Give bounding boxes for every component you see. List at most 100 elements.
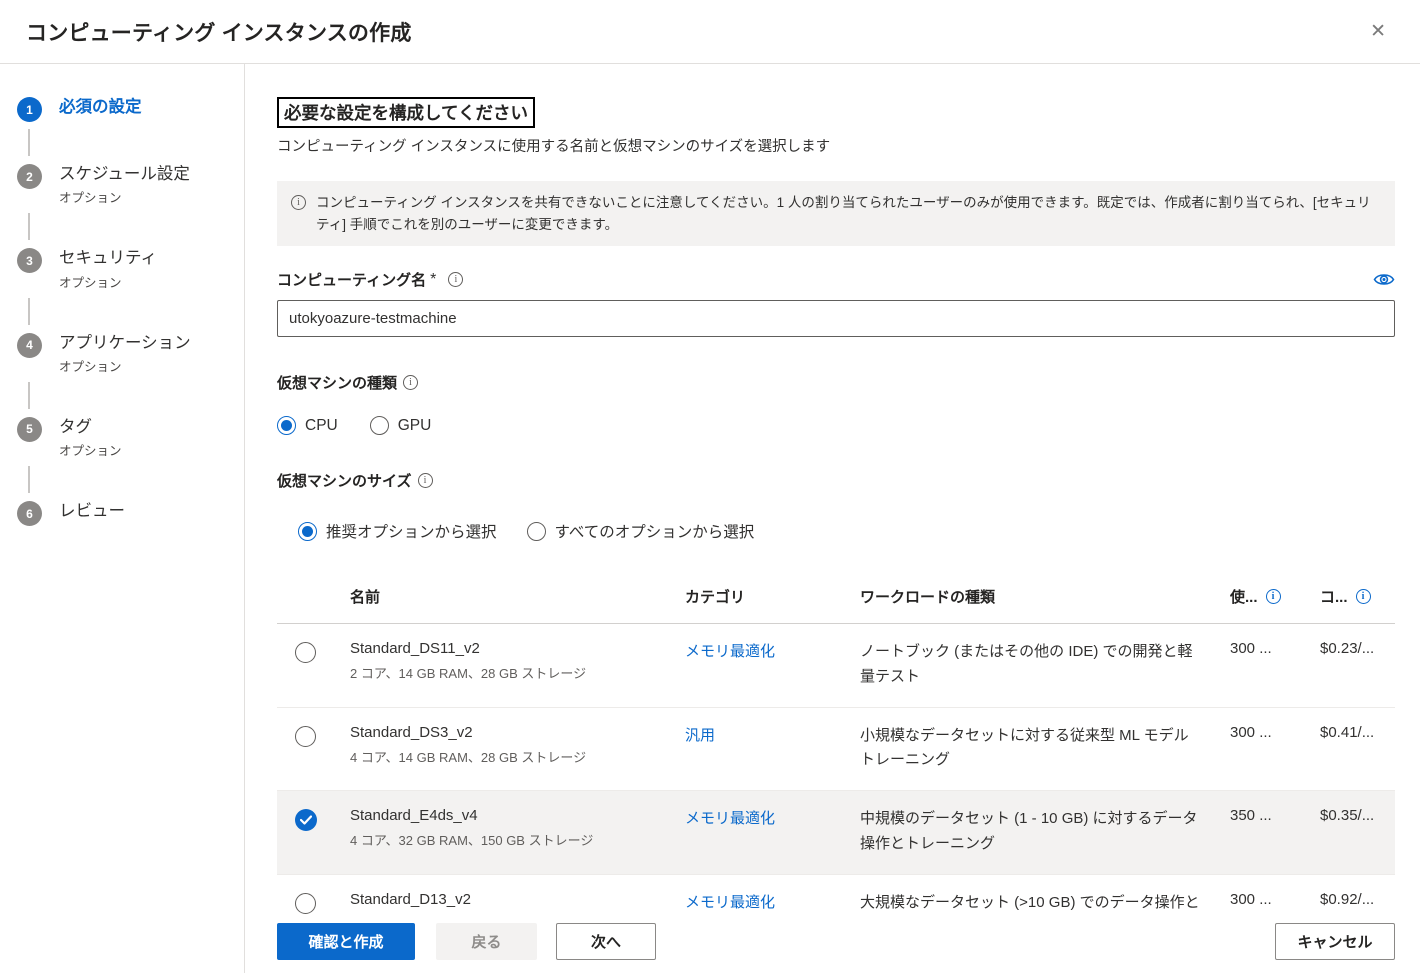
vm-workload: 大規模なデータセット (>10 GB) でのデータ操作とトレーニング [860, 891, 1230, 918]
quota-info-icon[interactable]: i [1266, 589, 1281, 604]
vm-size-info-icon[interactable]: i [418, 473, 433, 488]
sidebar-step-required-settings[interactable]: 1 必須の設定 [17, 96, 244, 122]
vm-name: Standard_DS11_v2 [350, 640, 685, 657]
vm-row-standard-ds11-v2[interactable]: Standard_DS11_v2 2 コア、14 GB RAM、28 GB スト… [277, 624, 1395, 708]
vm-specs: 2 コア、14 GB RAM、28 GB ストレージ [350, 663, 685, 682]
table-header-row: 名前 カテゴリ ワークロードの種類 使... i コ... i [277, 572, 1395, 624]
vm-workload: 中規模のデータセット (1 - 10 GB) に対するデータ操作とトレーニング [860, 807, 1230, 857]
close-icon[interactable]: ✕ [1362, 18, 1394, 45]
radio-circle [370, 416, 389, 435]
vm-category-link[interactable]: メモリ最適化 [685, 807, 860, 828]
sidebar-step-review[interactable]: 6 レビュー [17, 500, 244, 526]
radio-recommended-options[interactable]: 推奨オプションから選択 [298, 520, 497, 542]
radio-circle [527, 522, 546, 541]
vm-size-table: 名前 カテゴリ ワークロードの種類 使... i コ... i [277, 572, 1395, 918]
column-header-workload: ワークロードの種類 [860, 586, 1230, 607]
step-number-badge: 4 [17, 333, 42, 358]
page-title: 必要な設定を構成してください [277, 97, 535, 128]
compute-name-input[interactable] [277, 300, 1395, 337]
vm-specs: 4 コア、32 GB RAM、150 GB ストレージ [350, 830, 685, 849]
vm-workload: 小規模なデータセットに対する従来型 ML モデル トレーニング [860, 724, 1230, 774]
radio-cpu[interactable]: CPU [277, 416, 338, 435]
info-icon: i [291, 195, 306, 210]
step-label: レビュー [59, 500, 125, 522]
step-optional-label: オプション [59, 356, 191, 375]
step-number-badge: 2 [17, 164, 42, 189]
vm-workload: ノートブック (またはその他の IDE) での開発と軽量テスト [860, 640, 1230, 690]
column-header-name: 名前 [350, 586, 685, 607]
vm-cost: $0.35/... [1320, 807, 1395, 824]
vm-size-label: 仮想マシンのサイズ [277, 470, 412, 491]
step-label: 必須の設定 [59, 96, 142, 118]
step-label: タグ [59, 416, 122, 438]
row-radio[interactable] [295, 726, 316, 747]
info-banner: i コンピューティング インスタンスを共有できないことに注意してください。1 人… [277, 181, 1395, 246]
info-banner-text: コンピューティング インスタンスを共有できないことに注意してください。1 人の割… [316, 192, 1381, 235]
row-radio[interactable] [295, 642, 316, 663]
row-radio-selected[interactable] [295, 809, 317, 831]
radio-label: 推奨オプションから選択 [326, 520, 497, 542]
required-marker: * [430, 271, 436, 289]
dialog-header: コンピューティング インスタンスの作成 ✕ [0, 0, 1420, 64]
step-optional-label: オプション [59, 440, 122, 459]
vm-cost: $0.41/... [1320, 724, 1395, 741]
step-label: スケジュール設定 [59, 163, 190, 185]
sidebar-step-tags[interactable]: 5 タグ オプション [17, 416, 244, 459]
create-compute-instance-dialog: コンピューティング インスタンスの作成 ✕ 1 必須の設定 2 スケジュール設定… [0, 0, 1420, 973]
vm-quota: 300 ... [1230, 640, 1320, 657]
vm-row-standard-e4ds-v4[interactable]: Standard_E4ds_v4 4 コア、32 GB RAM、150 GB ス… [277, 791, 1395, 875]
step-label: アプリケーション [59, 332, 191, 354]
row-radio[interactable] [295, 893, 316, 914]
cost-info-icon[interactable]: i [1356, 589, 1371, 604]
vm-quota: 300 ... [1230, 891, 1320, 908]
vm-category-link[interactable]: メモリ最適化 [685, 891, 860, 912]
step-optional-label: オプション [59, 272, 157, 291]
review-create-button[interactable]: 確認と作成 [277, 923, 415, 960]
vm-cost: $0.23/... [1320, 640, 1395, 657]
step-connector [28, 213, 30, 240]
vm-name: Standard_D13_v2 [350, 891, 685, 908]
column-header-quota: 使... [1230, 586, 1258, 607]
step-optional-label: オプション [59, 187, 190, 206]
step-number-badge: 3 [17, 248, 42, 273]
radio-label: すべてのオプションから選択 [555, 520, 755, 542]
vm-type-label: 仮想マシンの種類 [277, 372, 397, 393]
radio-circle [277, 416, 296, 435]
eye-icon[interactable] [1373, 272, 1395, 287]
back-button[interactable]: 戻る [436, 923, 537, 960]
compute-name-label: コンピューティング名 [277, 269, 426, 290]
step-connector [28, 129, 30, 156]
vm-name: Standard_E4ds_v4 [350, 807, 685, 824]
vm-row-standard-d13-v2[interactable]: Standard_D13_v2 8 コア、56 GB RAM、400 GB スト… [277, 875, 1395, 918]
column-header-category: カテゴリ [685, 586, 860, 607]
dialog-title: コンピューティング インスタンスの作成 [26, 17, 412, 47]
vm-category-link[interactable]: メモリ最適化 [685, 640, 860, 661]
sidebar-step-applications[interactable]: 4 アプリケーション オプション [17, 332, 244, 375]
radio-gpu[interactable]: GPU [370, 416, 432, 435]
vm-type-info-icon[interactable]: i [403, 375, 418, 390]
cancel-button[interactable]: キャンセル [1275, 923, 1395, 960]
vm-quota: 300 ... [1230, 724, 1320, 741]
radio-circle [298, 522, 317, 541]
sidebar-step-schedule[interactable]: 2 スケジュール設定 オプション [17, 163, 244, 206]
step-connector [28, 298, 30, 325]
sidebar-step-security[interactable]: 3 セキュリティ オプション [17, 247, 244, 290]
dialog-footer: 確認と作成 戻る 次へ キャンセル [245, 918, 1420, 973]
wizard-steps-sidebar: 1 必須の設定 2 スケジュール設定 オプション 3 セキュリティ オプション [0, 64, 245, 973]
radio-label: CPU [305, 417, 338, 435]
radio-all-options[interactable]: すべてのオプションから選択 [527, 520, 755, 542]
next-button[interactable]: 次へ [556, 923, 656, 960]
step-number-badge: 1 [17, 97, 42, 122]
required-settings-panel: 必要な設定を構成してください コンピューティング インスタンスに使用する名前と仮… [245, 64, 1420, 918]
step-label: セキュリティ [59, 247, 157, 269]
step-connector [28, 382, 30, 409]
page-subtitle: コンピューティング インスタンスに使用する名前と仮想マシンのサイズを選択します [277, 135, 1395, 156]
compute-name-info-icon[interactable]: i [448, 272, 463, 287]
vm-category-link[interactable]: 汎用 [685, 724, 860, 745]
vm-quota: 350 ... [1230, 807, 1320, 824]
vm-name: Standard_DS3_v2 [350, 724, 685, 741]
vm-type-radio-group: CPU GPU [277, 416, 1395, 435]
radio-label: GPU [398, 417, 432, 435]
vm-row-standard-ds3-v2[interactable]: Standard_DS3_v2 4 コア、14 GB RAM、28 GB ストレ… [277, 708, 1395, 792]
vm-specs: 4 コア、14 GB RAM、28 GB ストレージ [350, 747, 685, 766]
